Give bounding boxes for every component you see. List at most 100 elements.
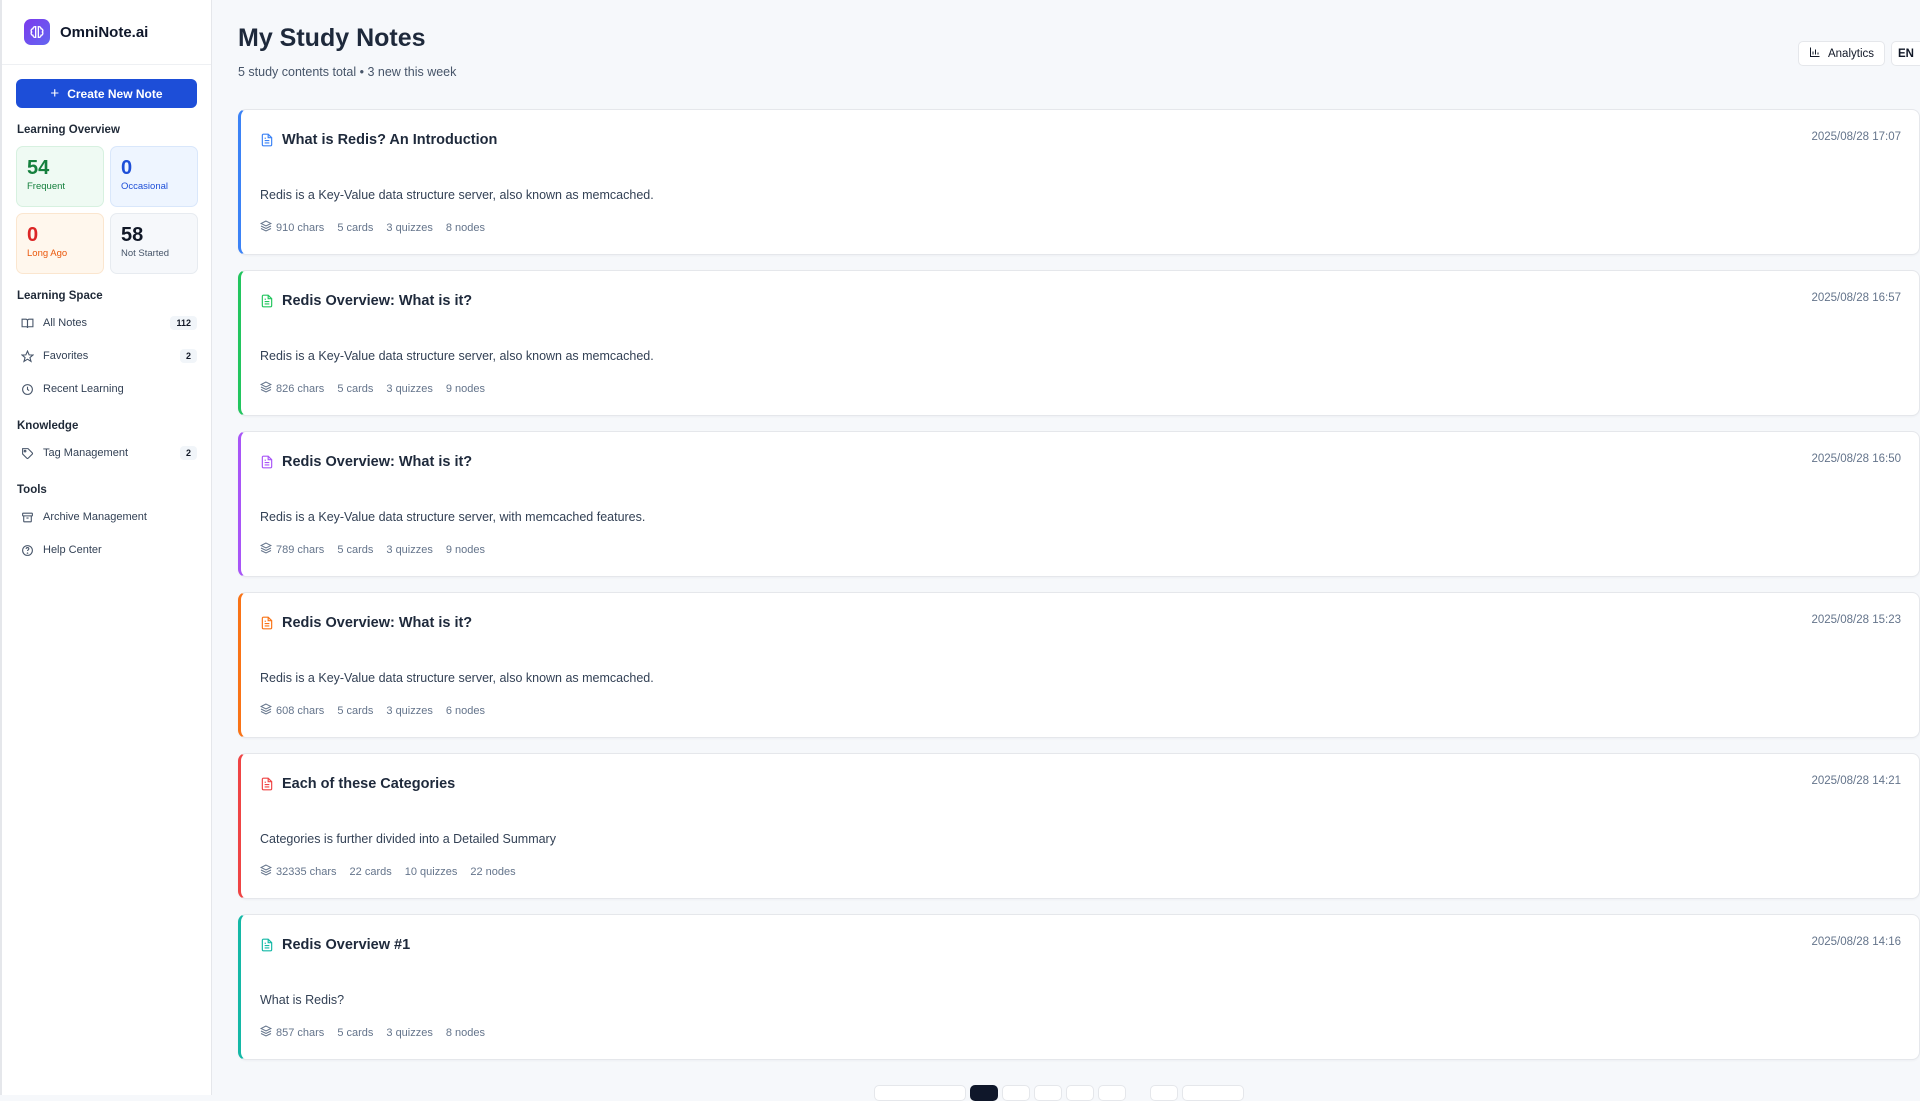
help-circle-icon [20,543,34,557]
layers-icon [259,703,273,718]
note-card[interactable]: Redis Overview: What is it? 2025/08/28 1… [238,431,1920,577]
note-cards: 5 cards [337,1026,374,1039]
sidebar-item-help-center[interactable]: Help Center [20,535,197,565]
create-new-note-label: Create New Note [67,86,163,101]
note-title[interactable]: Each of these Categories [282,776,455,792]
overview-not-started[interactable]: 58 Not Started [110,213,198,274]
note-title[interactable]: What is Redis? An Introduction [282,132,497,148]
pagination-page-active[interactable] [970,1085,998,1101]
note-description: Categories is further divided into a Det… [260,832,556,846]
note-card[interactable]: Redis Overview: What is it? 2025/08/28 1… [238,592,1920,738]
layers-icon [259,220,273,235]
note-description: Redis is a Key-Value data structure serv… [260,349,654,363]
overview-label: Not Started [121,248,170,259]
note-chars: 789 chars [276,543,325,556]
note-card[interactable]: Redis Overview #1 2025/08/28 14:16 What … [238,914,1920,1060]
sidebar-item-archive-management[interactable]: Archive Management [20,502,197,532]
note-cards: 5 cards [337,221,374,234]
overview-value: 0 [121,157,133,179]
note-quizzes: 10 quizzes [404,865,458,878]
bar-chart-icon [1809,46,1821,61]
layers-icon [259,864,273,879]
note-title[interactable]: Redis Overview: What is it? [282,454,472,470]
create-new-note-button[interactable]: + Create New Note [16,79,197,108]
layers-icon [259,1025,273,1040]
note-quizzes: 3 quizzes [386,221,433,234]
note-card[interactable]: Redis Overview: What is it? 2025/08/28 1… [238,270,1920,416]
note-quizzes: 3 quizzes [386,1026,433,1039]
brand[interactable]: OmniNote.ai [2,0,211,65]
knowledge-title: Knowledge [17,420,79,432]
language-button[interactable]: EN [1891,41,1920,66]
overview-occasional[interactable]: 0 Occasional [110,146,198,207]
note-date: 2025/08/28 14:21 [1811,775,1901,787]
learning-space-title: Learning Space [17,290,103,302]
note-description: Redis is a Key-Value data structure serv… [260,510,646,524]
layers-icon [259,542,273,557]
overview-label: Frequent [27,181,66,192]
sidebar-item-all-notes[interactable]: All Notes 112 [20,308,197,338]
analytics-button[interactable]: Analytics [1797,41,1886,66]
note-description: Redis is a Key-Value data structure serv… [260,188,654,202]
count-badge: 2 [179,349,197,363]
note-meta: 857 chars 5 cards 3 quizzes 8 nodes [259,1025,486,1040]
pagination-prev[interactable] [874,1085,966,1101]
note-cards: 5 cards [337,543,374,556]
note-card[interactable]: What is Redis? An Introduction 2025/08/2… [238,109,1920,255]
clock-icon [20,382,34,396]
overview-long-ago[interactable]: 0 Long Ago [16,213,104,274]
count-badge: 112 [170,316,197,330]
sidebar-item-recent-learning[interactable]: Recent Learning [20,374,197,404]
brand-name: OmniNote.ai [60,23,149,41]
note-cards: 5 cards [337,382,374,395]
overview-value: 58 [121,224,144,246]
pagination-page[interactable] [1098,1085,1126,1101]
document-icon [260,132,274,148]
note-nodes: 8 nodes [445,1026,486,1039]
tag-icon [20,446,34,460]
pagination-page[interactable] [1002,1085,1030,1101]
note-description: Redis is a Key-Value data structure serv… [260,671,654,685]
sidebar-item-favorites[interactable]: Favorites 2 [20,341,197,371]
sidebar-item-label: Recent Learning [43,383,124,395]
pagination-page[interactable] [1150,1085,1178,1101]
note-cards: 5 cards [337,704,374,717]
note-quizzes: 3 quizzes [386,543,433,556]
brain-logo-icon [24,19,50,45]
note-meta: 32335 chars 22 cards 10 quizzes 22 nodes [259,864,516,879]
tools-title: Tools [17,484,47,496]
notes-list: What is Redis? An Introduction 2025/08/2… [238,109,1920,1075]
sidebar-item-tag-management[interactable]: Tag Management 2 [20,438,197,468]
note-card[interactable]: Each of these Categories 2025/08/28 14:2… [238,753,1920,899]
note-nodes: 22 nodes [470,865,516,878]
overview-value: 54 [27,157,50,179]
layers-icon [259,381,273,396]
document-icon [260,293,274,309]
count-badge: 2 [179,446,197,460]
pagination-page[interactable] [1034,1085,1062,1101]
note-chars: 826 chars [276,382,325,395]
note-quizzes: 3 quizzes [386,382,433,395]
note-quizzes: 3 quizzes [386,704,433,717]
overview-frequent[interactable]: 54 Frequent [16,146,104,207]
sidebar-item-label: Tag Management [43,447,128,459]
note-meta: 789 chars 5 cards 3 quizzes 9 nodes [259,542,485,557]
sidebar-item-label: Archive Management [43,511,147,523]
note-title[interactable]: Redis Overview: What is it? [282,615,472,631]
archive-icon [20,510,34,524]
page-subtitle: 5 study contents total • 3 new this week [238,65,457,79]
note-meta: 910 chars 5 cards 3 quizzes 8 nodes [259,220,486,235]
pagination-page[interactable] [1066,1085,1094,1101]
note-title[interactable]: Redis Overview #1 [282,937,410,953]
analytics-label: Analytics [1827,47,1875,60]
note-title[interactable]: Redis Overview: What is it? [282,293,472,309]
note-chars: 910 chars [276,221,325,234]
sidebar-item-label: Help Center [43,544,102,556]
overview-label: Long Ago [27,248,68,259]
pagination-next[interactable] [1182,1085,1244,1101]
note-chars: 857 chars [276,1026,325,1039]
overview-label: Occasional [121,181,168,192]
book-open-icon [20,316,34,330]
note-nodes: 8 nodes [445,221,486,234]
overview-value: 0 [27,224,39,246]
